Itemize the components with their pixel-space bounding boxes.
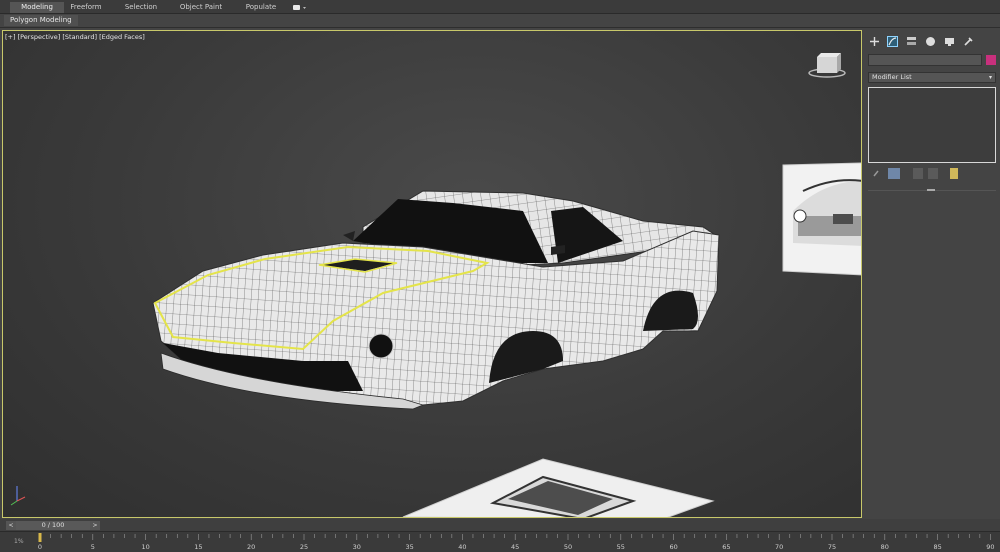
- track-tick-label: 45: [511, 543, 519, 551]
- track-tick-label: 75: [828, 543, 836, 551]
- mustang-mesh-model[interactable]: [152, 190, 720, 410]
- create-icon[interactable]: [869, 36, 880, 47]
- track-bar-percent-label: 1%: [14, 538, 24, 545]
- time-slider-next-button[interactable]: >: [90, 521, 100, 530]
- track-tick-label: 5: [91, 543, 95, 551]
- hierarchy-icon[interactable]: [906, 36, 917, 47]
- time-slider-prev-button[interactable]: <: [6, 521, 16, 530]
- utilities-icon[interactable]: [963, 36, 974, 47]
- track-tick-label: 80: [881, 543, 889, 551]
- axis-tripod-icon: [10, 486, 26, 506]
- tab-modeling[interactable]: Modeling: [10, 2, 64, 13]
- track-bar-ruler: 0 5 10 15 20 25 30 35 40 45 50 55 60 65 70 75 80 85 90: [38, 533, 995, 551]
- track-tick-label: 30: [353, 543, 361, 551]
- ribbon-panel: Polygon Modeling: [0, 14, 1000, 28]
- track-tick-label: 15: [194, 543, 202, 551]
- current-frame-marker[interactable]: [38, 533, 42, 542]
- display-icon[interactable]: [944, 36, 955, 47]
- time-slider-thumb[interactable]: 0 / 100: [16, 521, 90, 530]
- stack-tools-bar: [868, 167, 996, 181]
- viewport-label-menu[interactable]: [+] [Perspective] [Standard] [Edged Face…: [5, 33, 145, 41]
- track-tick-label: 20: [247, 543, 255, 551]
- time-slider[interactable]: < 0 / 100 >: [0, 519, 1000, 531]
- viewcube-widget[interactable]: [808, 53, 846, 78]
- chevron-down-icon: ▾: [988, 74, 992, 81]
- modify-icon[interactable]: [887, 36, 898, 47]
- track-tick-label: 70: [775, 543, 783, 551]
- track-tick-label: 35: [405, 543, 413, 551]
- configure-modifier-sets-icon[interactable]: [950, 168, 958, 179]
- object-color-swatch[interactable]: [986, 55, 996, 65]
- track-bar[interactable]: 0 5 10 15 20 25 30 35 40 45 50 55 60 65 70 75 80 85 90 1%: [0, 531, 1000, 552]
- track-tick-label: 40: [458, 543, 466, 551]
- make-unique-icon[interactable]: [913, 168, 923, 179]
- track-tick-label: 25: [300, 543, 308, 551]
- polygon-modeling-panel-button[interactable]: Polygon Modeling: [4, 15, 78, 26]
- show-end-result-icon[interactable]: [888, 168, 900, 179]
- pin-stack-icon[interactable]: [871, 168, 881, 179]
- track-tick-label: 85: [933, 543, 941, 551]
- track-tick-label: 90: [986, 543, 994, 551]
- track-tick-label: 0: [38, 543, 42, 551]
- side-reference-plane[interactable]: [402, 458, 715, 518]
- tab-selection[interactable]: Selection: [118, 2, 164, 13]
- track-tick-label: 10: [141, 543, 149, 551]
- camera-dropdown-icon[interactable]: [292, 2, 308, 13]
- tab-freeform[interactable]: Freeform: [62, 2, 110, 13]
- ribbon-tab-bar: Modeling Freeform Selection Object Paint…: [0, 0, 1000, 14]
- command-panel: Modifier List ▾: [864, 30, 1000, 518]
- remove-modifier-icon[interactable]: [928, 168, 938, 179]
- front-reference-plane[interactable]: [782, 162, 862, 276]
- object-name-field[interactable]: [868, 54, 982, 66]
- track-tick-label: 60: [669, 543, 677, 551]
- panel-resize-grip[interactable]: [927, 189, 935, 191]
- track-tick-label: 55: [617, 543, 625, 551]
- tab-populate[interactable]: Populate: [240, 2, 282, 13]
- tab-object-paint[interactable]: Object Paint: [172, 2, 230, 13]
- track-tick-label: 65: [722, 543, 730, 551]
- track-tick-label: 50: [564, 543, 572, 551]
- modifier-list-label: Modifier List: [872, 73, 912, 81]
- modifier-stack-list[interactable]: [868, 87, 996, 163]
- modifier-list-dropdown[interactable]: Modifier List ▾: [868, 72, 996, 83]
- perspective-viewport[interactable]: [+] [Perspective] [Standard] [Edged Face…: [2, 30, 862, 518]
- motion-icon[interactable]: [925, 36, 936, 47]
- viewport-scene: [10, 53, 862, 518]
